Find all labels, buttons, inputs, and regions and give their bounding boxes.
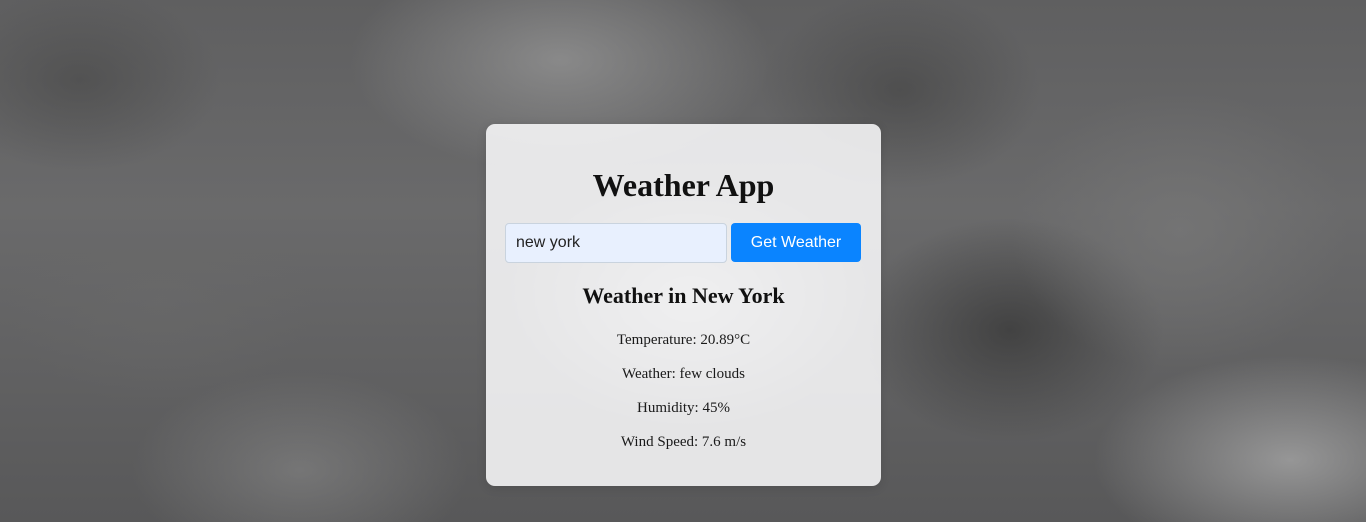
app-title: Weather App bbox=[592, 167, 775, 203]
weather-card: Weather App Get Weather Weather in New Y… bbox=[486, 124, 881, 486]
search-row: Get Weather bbox=[505, 223, 862, 264]
city-input[interactable] bbox=[505, 223, 727, 263]
temperature-text: Temperature: 20.89°C bbox=[616, 332, 751, 348]
humidity-text: Humidity: 45% bbox=[637, 400, 730, 416]
get-weather-button[interactable]: Get Weather bbox=[731, 223, 861, 262]
weather-description-text: Weather: few clouds bbox=[622, 366, 745, 382]
wind-speed-text: Wind Speed: 7.6 m/s bbox=[620, 434, 747, 450]
result-heading: Weather in New York bbox=[582, 283, 785, 308]
